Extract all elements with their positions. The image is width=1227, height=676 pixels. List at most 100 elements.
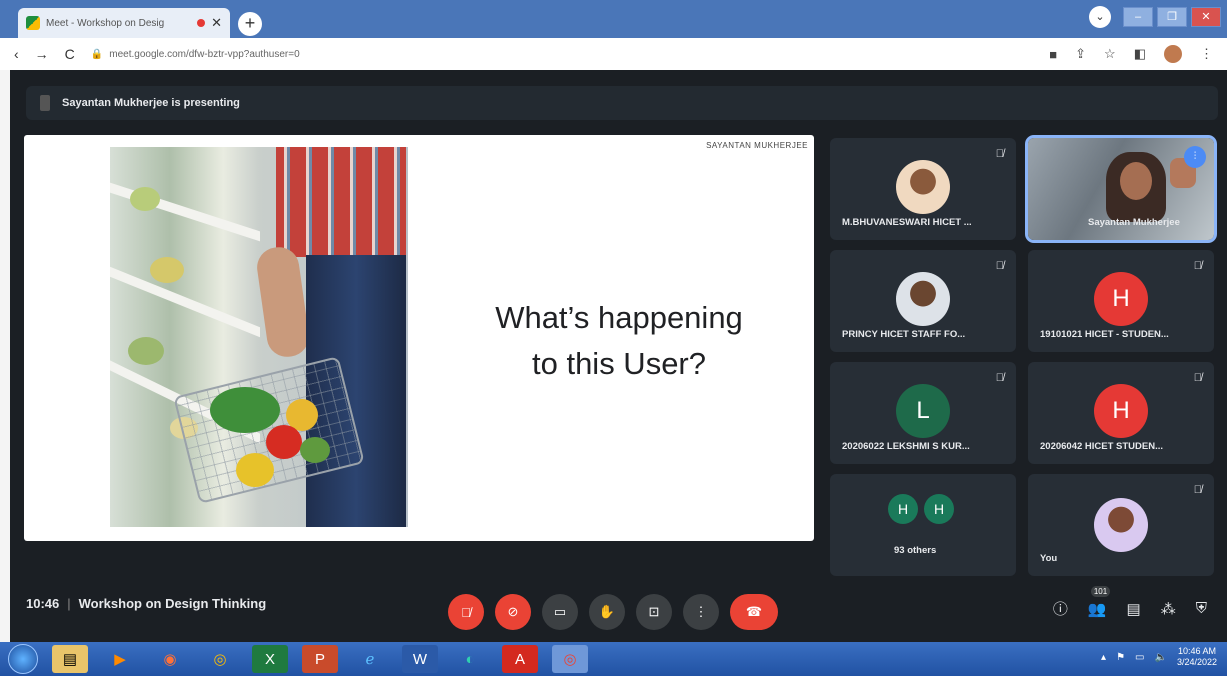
- participant-tile[interactable]: 🎙̸ M.BHUVANESWARI HICET ...: [830, 138, 1016, 240]
- address-bar: ‹ → C 🔒 meet.google.com/dfw-bztr-vpp?aut…: [0, 38, 1227, 70]
- speaking-indicator-icon: ⫶: [1184, 146, 1206, 168]
- clock-time: 10:46 AM: [1177, 646, 1216, 656]
- lock-icon: 🔒: [90, 48, 104, 60]
- captions-button[interactable]: ▭: [542, 594, 578, 630]
- back-icon[interactable]: ‹: [14, 46, 19, 62]
- participant-name: 19101021 HICET - STUDEN...: [1040, 329, 1169, 340]
- chrome-icon[interactable]: ◎: [202, 645, 238, 673]
- side-panel-controls: ⓘ 101 👥 ▤ ⁂ ⛨: [1053, 585, 1207, 619]
- participant-tile[interactable]: H 🎙̸ 20206042 HICET STUDEN...: [1028, 362, 1214, 464]
- camera-permission-icon[interactable]: ■: [1049, 47, 1057, 62]
- sidepanel-icon[interactable]: ◧: [1134, 46, 1146, 62]
- mic-off-icon: 🎙̸: [1193, 372, 1202, 384]
- media-player-icon[interactable]: ▶: [102, 645, 138, 673]
- self-avatar: [1094, 498, 1148, 552]
- mic-off-icon: 🎙̸: [461, 604, 471, 620]
- mic-off-icon: 🎙̸: [995, 148, 1004, 160]
- url-field[interactable]: 🔒 meet.google.com/dfw-bztr-vpp?authuser=…: [91, 49, 1033, 60]
- others-count: 93 others: [894, 545, 937, 556]
- camera-toggle-button[interactable]: ⊘: [495, 594, 531, 630]
- raise-hand-button[interactable]: ✋: [589, 594, 625, 630]
- word-icon[interactable]: W: [402, 645, 438, 673]
- acrobat-icon[interactable]: A: [502, 645, 538, 673]
- mic-toggle-button[interactable]: 🎙̸: [448, 594, 484, 630]
- people-button[interactable]: 101 👥: [1087, 585, 1111, 618]
- self-tile[interactable]: 🎙̸ You: [1028, 474, 1214, 576]
- activities-icon[interactable]: ⁂: [1161, 600, 1176, 618]
- participant-tile-active-speaker[interactable]: ⫶ Sayantan Mukherjee: [1025, 135, 1217, 243]
- leave-call-button[interactable]: ☎: [730, 594, 778, 630]
- present-button[interactable]: ⊡: [636, 594, 672, 630]
- mic-off-icon: 🎙̸: [1193, 260, 1202, 272]
- powerpoint-icon[interactable]: P: [302, 645, 338, 673]
- chrome-active-icon[interactable]: ◎: [552, 645, 588, 673]
- system-clock[interactable]: 10:46 AM 3/24/2022: [1177, 646, 1217, 668]
- host-controls-icon[interactable]: ⛨: [1196, 600, 1207, 617]
- more-options-button[interactable]: ⋮: [683, 594, 719, 630]
- share-icon[interactable]: ⇪: [1075, 46, 1086, 62]
- internet-explorer-icon[interactable]: ℯ: [352, 645, 388, 673]
- mic-off-icon: 🎙̸: [995, 372, 1004, 384]
- participant-tile[interactable]: L 🎙̸ 20206022 LEKSHMI S KUR...: [830, 362, 1016, 464]
- volume-icon[interactable]: 🔈: [1155, 652, 1167, 663]
- star-icon[interactable]: ☆: [1104, 46, 1116, 62]
- close-window-button[interactable]: ✕: [1191, 7, 1221, 27]
- slide-author: SAYANTAN MUKHERJEE: [706, 141, 808, 150]
- chat-icon[interactable]: ▤: [1127, 600, 1141, 618]
- window-controls: ⌄ – ❐ ✕: [1089, 6, 1221, 28]
- maximize-button[interactable]: ❐: [1157, 7, 1187, 27]
- meeting-title: Workshop on Design Thinking: [78, 596, 267, 611]
- hangup-icon: ☎: [745, 604, 763, 619]
- address-bar-icons: ■ ⇪ ☆ ◧ ⋮: [1049, 45, 1213, 63]
- file-explorer-icon[interactable]: ▤: [52, 645, 88, 673]
- excel-icon[interactable]: X: [252, 645, 288, 673]
- participant-name: PRINCY HICET STAFF FO...: [842, 329, 966, 340]
- participant-name: Sayantan Mukherjee: [1088, 217, 1180, 228]
- participant-name: 20206022 LEKSHMI S KUR...: [842, 441, 970, 452]
- supermarket-photo: [110, 147, 408, 527]
- participant-avatar: [896, 160, 950, 214]
- others-tile[interactable]: H H 93 others: [830, 474, 1016, 576]
- edge-icon[interactable]: ◐: [452, 645, 488, 673]
- mic-off-icon: 🎙̸: [995, 260, 1004, 272]
- start-button[interactable]: [8, 644, 38, 674]
- tab-search-icon[interactable]: ⌄: [1089, 6, 1111, 28]
- browser-tab-bar: Meet - Workshop on Desig ✕ + ⌄ – ❐ ✕: [0, 0, 1227, 38]
- new-tab-button[interactable]: +: [238, 12, 262, 36]
- hand-icon: ✋: [598, 604, 616, 619]
- minimize-button[interactable]: –: [1123, 7, 1153, 27]
- meeting-info: 10:46 | Workshop on Design Thinking: [26, 596, 266, 611]
- participant-avatar: H: [1094, 384, 1148, 438]
- browser-tab-meet[interactable]: Meet - Workshop on Desig ✕: [18, 8, 230, 38]
- participant-tile[interactable]: H 🎙̸ 19101021 HICET - STUDEN...: [1028, 250, 1214, 352]
- presenting-banner: Sayantan Mukherjee is presenting: [26, 86, 1218, 120]
- participant-name: M.BHUVANESWARI HICET ...: [842, 217, 972, 228]
- participant-tile[interactable]: 🎙̸ PRINCY HICET STAFF FO...: [830, 250, 1016, 352]
- more-icon: ⋮: [694, 604, 708, 619]
- firefox-icon[interactable]: ◉: [152, 645, 188, 673]
- call-controls: 🎙̸ ⊘ ▭ ✋ ⊡ ⋮ ☎: [448, 594, 778, 630]
- info-icon[interactable]: ⓘ: [1053, 598, 1068, 619]
- participant-avatar: [896, 272, 950, 326]
- menu-icon[interactable]: ⋮: [1200, 46, 1213, 62]
- participant-name: 20206042 HICET STUDEN...: [1040, 441, 1164, 452]
- profile-avatar[interactable]: [1164, 45, 1182, 63]
- present-icon: ⊡: [648, 604, 660, 619]
- flag-icon[interactable]: ⚑: [1116, 652, 1125, 663]
- participant-avatar: H: [1094, 272, 1148, 326]
- people-icon: 👥: [1087, 600, 1107, 618]
- forward-icon[interactable]: →: [35, 46, 49, 62]
- network-icon[interactable]: ▭: [1135, 652, 1144, 663]
- system-tray: ▴ ⚑ ▭ 🔈 10:46 AM 3/24/2022: [1101, 646, 1217, 668]
- url-text: meet.google.com/dfw-bztr-vpp?authuser=0: [109, 48, 300, 60]
- mini-avatar: H: [924, 494, 954, 524]
- reload-icon[interactable]: C: [65, 46, 75, 62]
- meet-favicon-icon: [26, 16, 40, 30]
- presenter-icon: [40, 95, 50, 111]
- recording-dot-icon: [197, 19, 206, 27]
- participant-avatar: L: [896, 384, 950, 438]
- meeting-separator: |: [67, 596, 71, 611]
- tray-expand-icon[interactable]: ▴: [1101, 652, 1106, 663]
- participant-count-badge: 101: [1090, 585, 1111, 597]
- close-tab-icon[interactable]: ✕: [211, 15, 222, 31]
